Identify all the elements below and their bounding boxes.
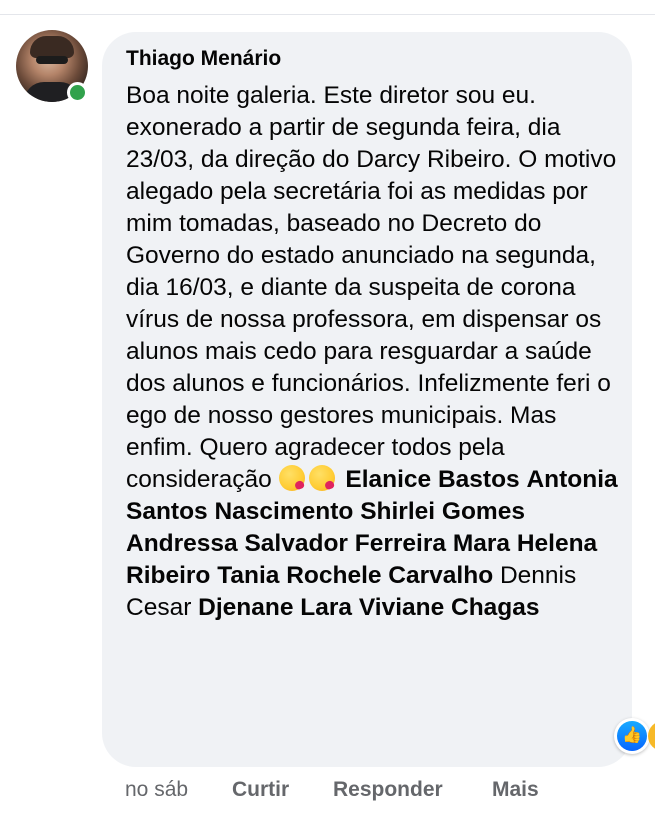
comment-timestamp[interactable]: no sáb	[125, 776, 188, 804]
comment-bubble: Thiago Menário Boa noite galeria. Este d…	[102, 32, 632, 767]
haha-icon	[648, 721, 655, 751]
like-button[interactable]: Curtir	[232, 776, 289, 804]
tag-djenane-lara[interactable]: Djenane Lara	[198, 594, 352, 621]
reaction-summary[interactable]: 👍	[614, 718, 655, 754]
tag-viviane-chagas[interactable]: Viviane Chagas	[359, 594, 540, 621]
tag-andressa-salvador-ferreira[interactable]: Andressa Salvador Ferreira	[126, 530, 446, 557]
kissing-heart-emoji-icon	[278, 465, 305, 491]
comment-text: Boa noite galeria. Este diretor sou eu. …	[126, 80, 626, 624]
avatar-glasses	[36, 56, 68, 64]
comment-author[interactable]: Thiago Menário	[126, 46, 281, 72]
online-status-icon	[67, 82, 88, 103]
kissing-heart-emoji-icon	[308, 465, 335, 491]
tag-elanice-bastos[interactable]: Elanice Bastos	[345, 466, 519, 493]
top-divider	[0, 14, 655, 15]
tag-tania-rochele-carvalho[interactable]: Tania Rochele Carvalho	[217, 562, 493, 589]
avatar-hair	[30, 36, 74, 58]
more-button[interactable]: Mais	[492, 776, 539, 804]
tag-shirlei-gomes[interactable]: Shirlei Gomes	[360, 498, 525, 525]
reply-button[interactable]: Responder	[333, 776, 443, 804]
like-icon: 👍	[617, 721, 647, 751]
comment-body: Boa noite galeria. Este diretor sou eu. …	[126, 82, 617, 493]
